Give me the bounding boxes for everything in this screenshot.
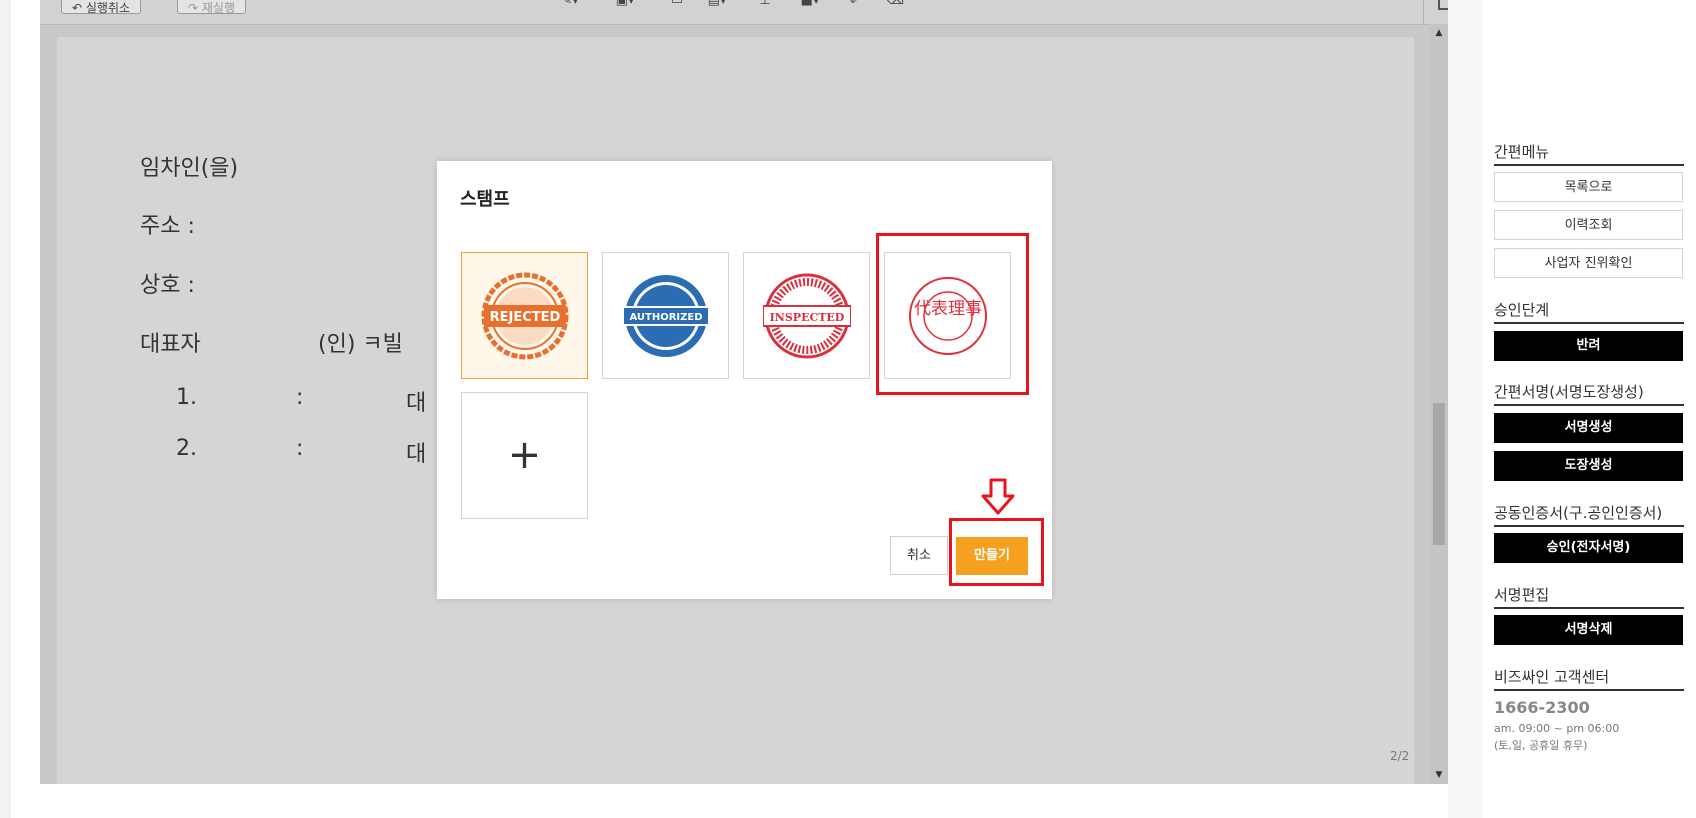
redo-icon: ↷ — [188, 1, 202, 15]
pen-tool-icon[interactable]: ✎▾ — [560, 0, 580, 10]
svg-text:INSPECTED: INSPECTED — [770, 311, 845, 324]
svg-text:AUTHORIZED: AUTHORIZED — [629, 312, 702, 323]
history-button[interactable]: 이력조회 — [1494, 210, 1683, 240]
scrollbar-thumb[interactable] — [1433, 403, 1445, 545]
business-verify-button[interactable]: 사업자 진위확인 — [1494, 248, 1683, 278]
approval-heading: 승인단계 — [1494, 299, 1684, 324]
sign-edit-heading: 서명편집 — [1494, 584, 1684, 609]
stamp-option-inspected[interactable]: INSPECTED — [743, 252, 870, 379]
doc-item-1-text: 대 — [406, 391, 427, 416]
certificate-heading: 공동인증서(구.공인인증서) — [1494, 502, 1684, 527]
rejected-stamp-icon: REJECTED — [481, 272, 569, 360]
cancel-button[interactable]: 취소 — [890, 536, 948, 575]
dialog-title: 스탬프 — [460, 189, 510, 210]
left-margin — [0, 0, 11, 818]
doc-item-2-text: 대 — [406, 442, 427, 467]
font-color-icon[interactable]: ■▾ — [800, 0, 820, 10]
print-icon[interactable]: ▤▾ — [707, 0, 727, 10]
doc-line-company: 상호 : — [140, 273, 195, 298]
undo-icon: ↶ — [72, 1, 86, 15]
editor-toolbar: ↶ 실행취소 ↷ 재실행 ✎▾ ▣▾ ▭ ▤▾ ⊥ ■▾ ✐ ⌫ — [40, 0, 1454, 25]
reject-button[interactable]: 반려 — [1494, 331, 1683, 361]
create-signature-button[interactable]: 서명생성 — [1494, 413, 1683, 443]
doc-line-representative: 대표자 — [140, 332, 201, 357]
doc-line-lessee: 임차인(을) — [140, 156, 239, 181]
redo-button[interactable]: ↷ 재실행 — [177, 0, 246, 15]
scroll-up-icon[interactable]: ▲ — [1433, 28, 1445, 38]
toolbar-divider — [1423, 0, 1424, 24]
doc-item-1-number: 1. — [176, 385, 197, 410]
sidebar-gutter — [1448, 0, 1482, 818]
stamp-option-rejected[interactable]: REJECTED — [461, 252, 588, 379]
scroll-down-icon[interactable]: ▼ — [1433, 770, 1445, 780]
inspected-stamp-icon: INSPECTED — [763, 273, 851, 359]
doc-item-2-colon: : — [296, 436, 304, 461]
support-heading: 비즈싸인 고객센터 — [1494, 666, 1684, 691]
pencil-icon[interactable]: ✐ — [845, 0, 865, 10]
text-box-icon[interactable]: ▣▾ — [615, 0, 635, 10]
undo-button[interactable]: ↶ 실행취소 — [61, 0, 142, 15]
down-arrow-icon — [981, 478, 1015, 515]
svg-text:REJECTED: REJECTED — [490, 310, 561, 325]
stamp-tool-icon[interactable]: ⊥ — [755, 0, 775, 10]
doc-item-1-colon: : — [296, 385, 304, 410]
stamp-option-authorized[interactable]: AUTHORIZED — [602, 252, 729, 379]
add-stamp-button[interactable]: + — [461, 392, 588, 519]
back-to-list-button[interactable]: 목록으로 — [1494, 172, 1683, 202]
doc-signature[interactable]: (인) ㅋ빌 — [318, 326, 403, 358]
doc-item-2-number: 2. — [176, 436, 197, 461]
approve-e-sign-button[interactable]: 승인(전자서명) — [1494, 533, 1683, 563]
create-seal-button[interactable]: 도장생성 — [1494, 451, 1683, 481]
delete-signature-button[interactable]: 서명삭제 — [1494, 615, 1683, 645]
right-sidebar — [1482, 0, 1696, 818]
authorized-stamp-icon: AUTHORIZED — [622, 275, 710, 357]
support-hours: am. 09:00 ~ pm 06:00 (토,일, 공휴일 휴무) — [1494, 722, 1620, 752]
quick-sign-heading: 간편서명(서명도장생성) — [1494, 381, 1684, 406]
page-indicator: 2/2 — [1390, 749, 1410, 763]
support-phone: 1666-2300 — [1494, 698, 1590, 717]
comment-icon[interactable]: ▭ — [667, 0, 687, 10]
quick-menu-heading: 간편메뉴 — [1494, 141, 1684, 166]
create-button[interactable]: 만들기 — [956, 537, 1028, 575]
eraser-icon[interactable]: ⌫ — [885, 0, 905, 10]
doc-line-address: 주소 : — [140, 214, 195, 239]
plus-icon: + — [507, 432, 542, 478]
highlight-box-seal — [876, 233, 1029, 395]
